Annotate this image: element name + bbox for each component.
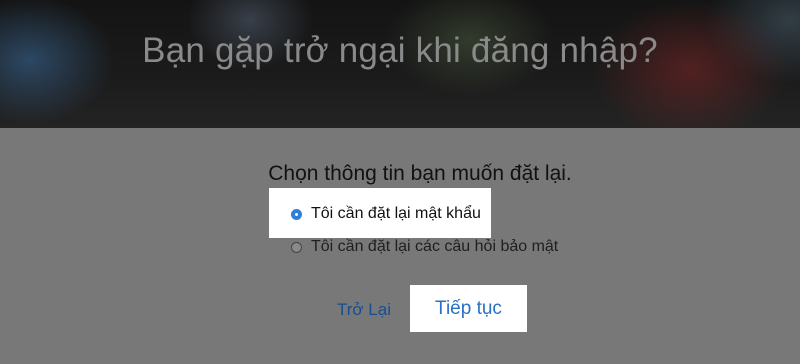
back-button[interactable]: Trở Lại [337, 300, 391, 320]
option-reset-password-label: Tôi cần đặt lại mật khẩu [311, 205, 481, 222]
option-reset-security-questions[interactable]: Tôi cần đặt lại các câu hỏi bảo mật [291, 238, 558, 256]
radio-unchecked-icon[interactable] [291, 241, 302, 253]
continue-button[interactable]: Tiếp tục [410, 285, 527, 332]
radio-checked-icon[interactable] [291, 208, 302, 220]
option-reset-password[interactable]: Tôi cần đặt lại mật khẩu [291, 205, 481, 223]
page-title: Bạn gặp trở ngại khi đăng nhập? [142, 31, 658, 70]
reset-prompt: Chọn thông tin bạn muốn đặt lại. [268, 162, 572, 185]
header-background: Bạn gặp trở ngại khi đăng nhập? [0, 0, 800, 128]
option-reset-security-questions-label: Tôi cần đặt lại các câu hỏi bảo mật [311, 238, 559, 255]
reset-options-screen: Bạn gặp trở ngại khi đăng nhập? Chọn thô… [0, 0, 800, 364]
